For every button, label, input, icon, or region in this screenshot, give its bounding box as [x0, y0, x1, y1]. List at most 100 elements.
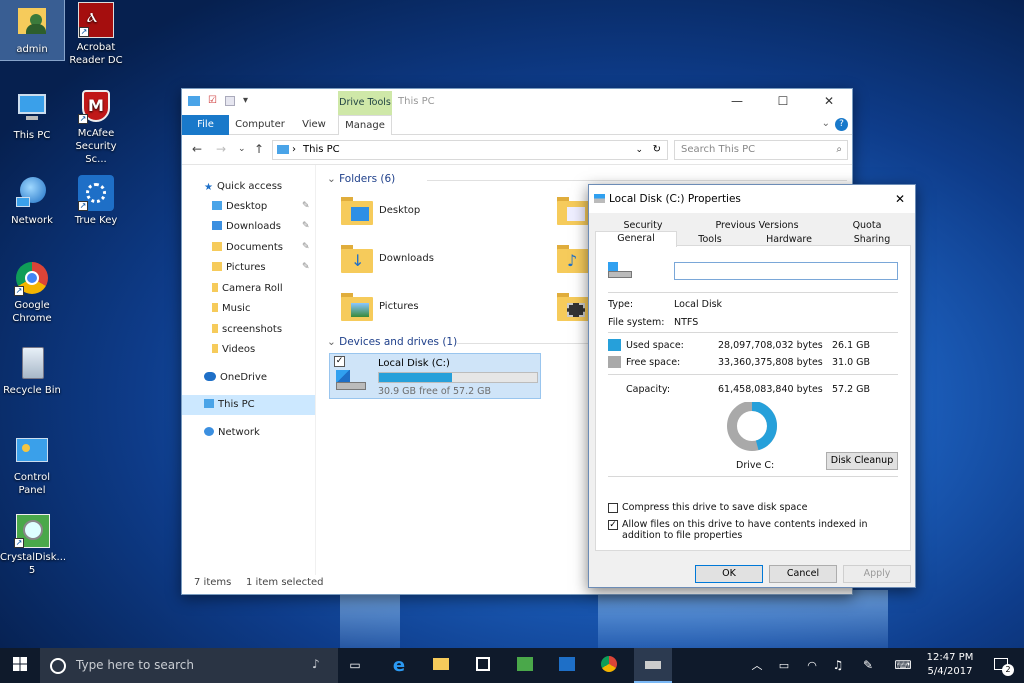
- nav-this-pc[interactable]: This PC: [182, 395, 315, 415]
- selection-checkbox[interactable]: ✓: [334, 356, 345, 367]
- true-key-icon: ↗: [78, 175, 114, 211]
- breadcrumb[interactable]: This PC: [303, 144, 340, 155]
- nav-network[interactable]: Network: [204, 423, 260, 443]
- general-tab-panel: Type: Local Disk File system: NTFS Used …: [595, 245, 911, 551]
- tab-file[interactable]: File: [182, 115, 229, 135]
- new-folder-icon[interactable]: [224, 95, 235, 106]
- drive-usage-bar: [378, 372, 538, 383]
- pen-icon[interactable]: ✎: [856, 648, 880, 683]
- nav-label: This PC: [218, 399, 255, 410]
- crystaldisk-icon: ↗: [14, 512, 50, 548]
- volume-icon[interactable]: ♫: [828, 648, 848, 683]
- close-icon[interactable]: ✕: [806, 89, 852, 113]
- compress-drive-checkbox[interactable]: [608, 503, 618, 513]
- recycle-bin-icon: [14, 345, 50, 381]
- battery-icon[interactable]: ▭: [774, 648, 794, 683]
- used-space-label: Used space:: [626, 340, 684, 351]
- expand-ribbon-icon[interactable]: ⌄: [822, 118, 830, 129]
- cortana-icon[interactable]: [50, 658, 66, 674]
- desktop-icon-network[interactable]: Network: [0, 175, 64, 227]
- index-files-checkbox[interactable]: ✓: [608, 520, 618, 530]
- nav-item-desktop[interactable]: Desktop: [212, 197, 267, 217]
- computer-icon[interactable]: [188, 95, 200, 106]
- clock-date: 5/4/2017: [927, 666, 973, 677]
- tab-manage[interactable]: Manage: [338, 115, 392, 135]
- desktop-icon-this-pc[interactable]: This PC: [0, 90, 64, 142]
- maximize-icon[interactable]: ☐: [760, 89, 806, 113]
- crystaldisk-icon[interactable]: [510, 648, 540, 683]
- minimize-icon[interactable]: —: [714, 89, 760, 113]
- address-bar[interactable]: › This PC ⌄ ↻: [272, 140, 668, 160]
- desktop-icon-chrome[interactable]: ↗ Google Chrome: [0, 260, 64, 325]
- search-input[interactable]: Search This PC: [674, 140, 848, 160]
- close-icon[interactable]: ✕: [895, 185, 905, 213]
- tab-quota[interactable]: Quota: [825, 219, 909, 233]
- properties-check-icon[interactable]: ☑: [208, 95, 217, 106]
- edge-icon[interactable]: e: [384, 648, 414, 683]
- desktop-icon-mcafee[interactable]: M ↗ McAfee Security Sc...: [64, 88, 128, 166]
- nav-label: Music: [222, 303, 251, 314]
- compress-drive-label: Compress this drive to save disk space: [622, 502, 808, 513]
- store-icon[interactable]: [468, 648, 498, 683]
- desktop-icon-admin[interactable]: admin: [0, 0, 65, 61]
- clock[interactable]: 12:47 PM 5/4/2017: [924, 651, 976, 679]
- nav-item-videos[interactable]: Videos: [212, 340, 255, 360]
- music-folder-icon: [212, 303, 218, 312]
- network-icon: [204, 427, 214, 436]
- ribbon-tabs: File Computer View Manage ⌄ ?: [182, 115, 852, 135]
- ok-button[interactable]: OK: [695, 565, 763, 583]
- chevron-up-icon[interactable]: ︿: [748, 648, 766, 683]
- nav-item-documents[interactable]: Documents: [212, 238, 283, 258]
- chrome-icon[interactable]: [594, 648, 624, 683]
- task-view-icon[interactable]: ▭: [340, 648, 370, 683]
- back-arrow-icon[interactable]: ←: [192, 142, 202, 156]
- chart-app-icon[interactable]: [552, 648, 582, 683]
- tab-general[interactable]: General: [595, 231, 677, 247]
- disk-cleanup-button[interactable]: Disk Cleanup: [826, 452, 898, 470]
- tab-view[interactable]: View: [294, 115, 334, 135]
- up-arrow-icon[interactable]: ↑: [254, 142, 264, 156]
- start-button[interactable]: [0, 648, 40, 683]
- customize-toolbar-icon[interactable]: ▾: [243, 95, 248, 106]
- taskbar-search-input[interactable]: Type here to search: [40, 648, 338, 683]
- apply-button[interactable]: Apply: [843, 565, 911, 583]
- used-space-bytes: 28,097,708,032 bytes: [718, 340, 823, 351]
- nav-quick-access[interactable]: ★ Quick access: [204, 177, 282, 197]
- index-files-label: Allow files on this drive to have conten…: [622, 519, 868, 541]
- tab-previous-versions[interactable]: Previous Versions: [689, 219, 825, 233]
- desktop-icon-control-panel[interactable]: Control Panel: [0, 432, 64, 497]
- search-icon[interactable]: ⌕: [836, 144, 842, 155]
- microphone-icon[interactable]: ♪: [312, 657, 320, 671]
- free-space-gb: 31.0 GB: [832, 357, 871, 368]
- desktop-icon-true-key[interactable]: ↗ True Key: [64, 175, 128, 227]
- desktop-icon-acrobat[interactable]: ⲁ ↗ Acrobat Reader DC: [64, 2, 128, 67]
- action-center-icon[interactable]: 2: [984, 648, 1018, 683]
- desktop-icon-label: McAfee Security Sc...: [75, 128, 117, 165]
- nav-onedrive[interactable]: OneDrive: [204, 368, 267, 388]
- keyboard-icon[interactable]: ⌨: [888, 648, 918, 683]
- clock-time: 12:47 PM: [926, 652, 974, 663]
- nav-item-screenshots[interactable]: screenshots: [212, 320, 282, 340]
- wallpaper-beam: [598, 590, 888, 648]
- nav-item-camera-roll[interactable]: Camera Roll: [212, 279, 283, 299]
- refresh-icon[interactable]: ↻: [653, 141, 661, 159]
- folders-section-header[interactable]: ⌄ Folders (6): [327, 173, 847, 185]
- nav-item-music[interactable]: Music: [212, 299, 250, 319]
- nav-item-pictures[interactable]: Pictures: [212, 258, 266, 278]
- disk-usage-donut-chart: [727, 402, 777, 451]
- nav-item-downloads[interactable]: Downloads: [212, 217, 281, 237]
- help-icon[interactable]: ?: [835, 118, 848, 131]
- devices-section-header[interactable]: ⌄ Devices and drives (1): [327, 336, 847, 348]
- drive-label-input[interactable]: [674, 262, 898, 280]
- forward-arrow-icon[interactable]: →: [216, 142, 226, 156]
- recent-locations-icon[interactable]: ⌄: [238, 144, 246, 154]
- disk-properties-task-icon[interactable]: [634, 648, 672, 683]
- desktop-icon-recycle-bin[interactable]: Recycle Bin: [0, 345, 64, 397]
- address-dropdown-icon[interactable]: ⌄: [635, 141, 643, 159]
- file-explorer-icon[interactable]: [426, 648, 456, 683]
- tab-computer[interactable]: Computer: [234, 115, 286, 135]
- wifi-icon[interactable]: ◠: [802, 648, 822, 683]
- cancel-button[interactable]: Cancel: [769, 565, 837, 583]
- desktop-icon-crystaldisk[interactable]: ↗ CrystalDisk... 5: [0, 512, 66, 577]
- drive-local-disk-c[interactable]: ✓ Local Disk (C:) 30.9 GB free of 57.2 G…: [329, 353, 541, 399]
